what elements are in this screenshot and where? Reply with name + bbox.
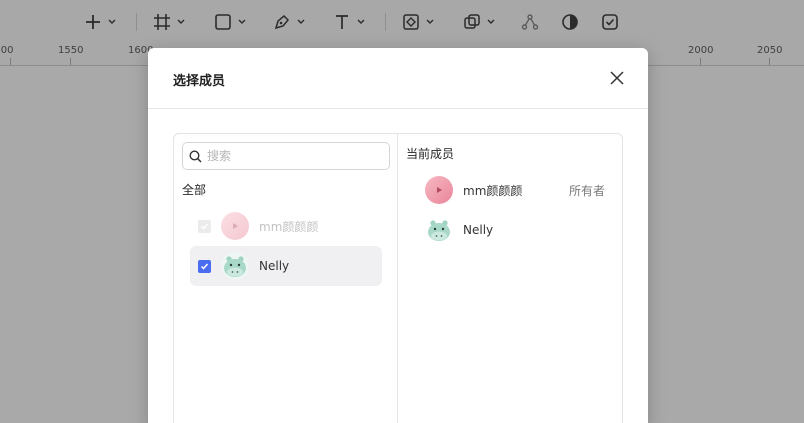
- component-icon: [403, 14, 419, 30]
- chevron-down-icon: [297, 19, 305, 24]
- role-label: 所有者: [568, 183, 605, 198]
- avatar: [425, 176, 453, 204]
- play-icon: [437, 187, 442, 193]
- ruler-tick: [700, 58, 701, 65]
- chevron-down-icon: [426, 19, 434, 24]
- member-picker: 全部 mm颜颜颜 Nelly 当前成员: [173, 133, 623, 423]
- chevron-down-icon: [177, 19, 185, 24]
- ruler-tick: [769, 58, 770, 65]
- ruler-label: 1550: [58, 45, 84, 56]
- all-members-pane: 全部 mm颜颜颜 Nelly: [174, 134, 398, 423]
- contrast-icon: [562, 14, 578, 30]
- member-name: Nelly: [463, 223, 494, 237]
- check-icon: [200, 263, 209, 270]
- chevron-down-icon: [108, 19, 116, 24]
- pen-icon: [274, 14, 290, 30]
- avatar: [425, 216, 453, 244]
- member-checkbox: [198, 219, 211, 233]
- avatar: [221, 212, 249, 240]
- all-members-label: 全部: [182, 183, 207, 197]
- add-tool-button[interactable]: [84, 10, 116, 34]
- ruler-label: 1500: [0, 45, 14, 56]
- mask-icon: [521, 14, 539, 30]
- check-icon: [200, 223, 209, 230]
- current-members-pane: 当前成员 mm颜颜颜 所有者 Nelly: [399, 134, 623, 423]
- ruler-label: 2000: [688, 45, 714, 56]
- component-tool-button[interactable]: [402, 10, 434, 34]
- ruler-tick: [70, 58, 71, 65]
- hippo-avatar-icon: [425, 216, 453, 244]
- text-icon: [336, 15, 348, 29]
- pen-tool-button[interactable]: [273, 10, 305, 34]
- chevron-down-icon: [238, 19, 246, 24]
- check-icon: [602, 14, 618, 30]
- dialog-header: 选择成员: [148, 48, 648, 109]
- toolbar-divider: [385, 13, 386, 31]
- mask-tool-button[interactable]: [521, 10, 539, 34]
- search-input[interactable]: [207, 149, 377, 163]
- ruler-label: 2050: [757, 45, 783, 56]
- boolean-icon: [464, 14, 480, 29]
- rectangle-tool-button[interactable]: [214, 10, 246, 34]
- dialog-title: 选择成员: [173, 74, 226, 89]
- member-name: Nelly: [259, 259, 290, 273]
- chevron-down-icon: [487, 19, 495, 24]
- member-option: mm颜颜颜: [190, 206, 382, 246]
- member-checkbox[interactable]: [198, 259, 211, 273]
- current-member-item: mm颜颜颜 所有者: [425, 175, 615, 205]
- member-name: mm颜颜颜: [259, 219, 319, 234]
- current-members-label: 当前成员: [406, 147, 455, 161]
- add-icon: [86, 15, 100, 29]
- contrast-tool-button[interactable]: [561, 10, 579, 34]
- member-option[interactable]: Nelly: [190, 246, 382, 286]
- frame-icon: [154, 14, 170, 30]
- current-member-item: Nelly: [425, 215, 615, 245]
- top-toolbar: [0, 0, 804, 44]
- rectangle-icon: [215, 14, 231, 30]
- search-icon: [189, 149, 202, 163]
- avatar: [221, 252, 249, 280]
- select-members-dialog: 选择成员 全部 mm颜颜颜: [148, 48, 648, 423]
- member-name: mm颜颜颜: [463, 183, 523, 198]
- hippo-avatar-icon: [221, 252, 249, 280]
- play-icon: [233, 223, 238, 229]
- close-icon[interactable]: [609, 70, 625, 86]
- search-box[interactable]: [182, 142, 390, 170]
- toolbar-divider: [136, 13, 137, 31]
- ruler-tick: [10, 58, 11, 65]
- check-tool-button[interactable]: [601, 10, 619, 34]
- chevron-down-icon: [357, 19, 365, 24]
- frame-tool-button[interactable]: [153, 10, 185, 34]
- text-tool-button[interactable]: [333, 10, 365, 34]
- boolean-tool-button[interactable]: [463, 10, 495, 34]
